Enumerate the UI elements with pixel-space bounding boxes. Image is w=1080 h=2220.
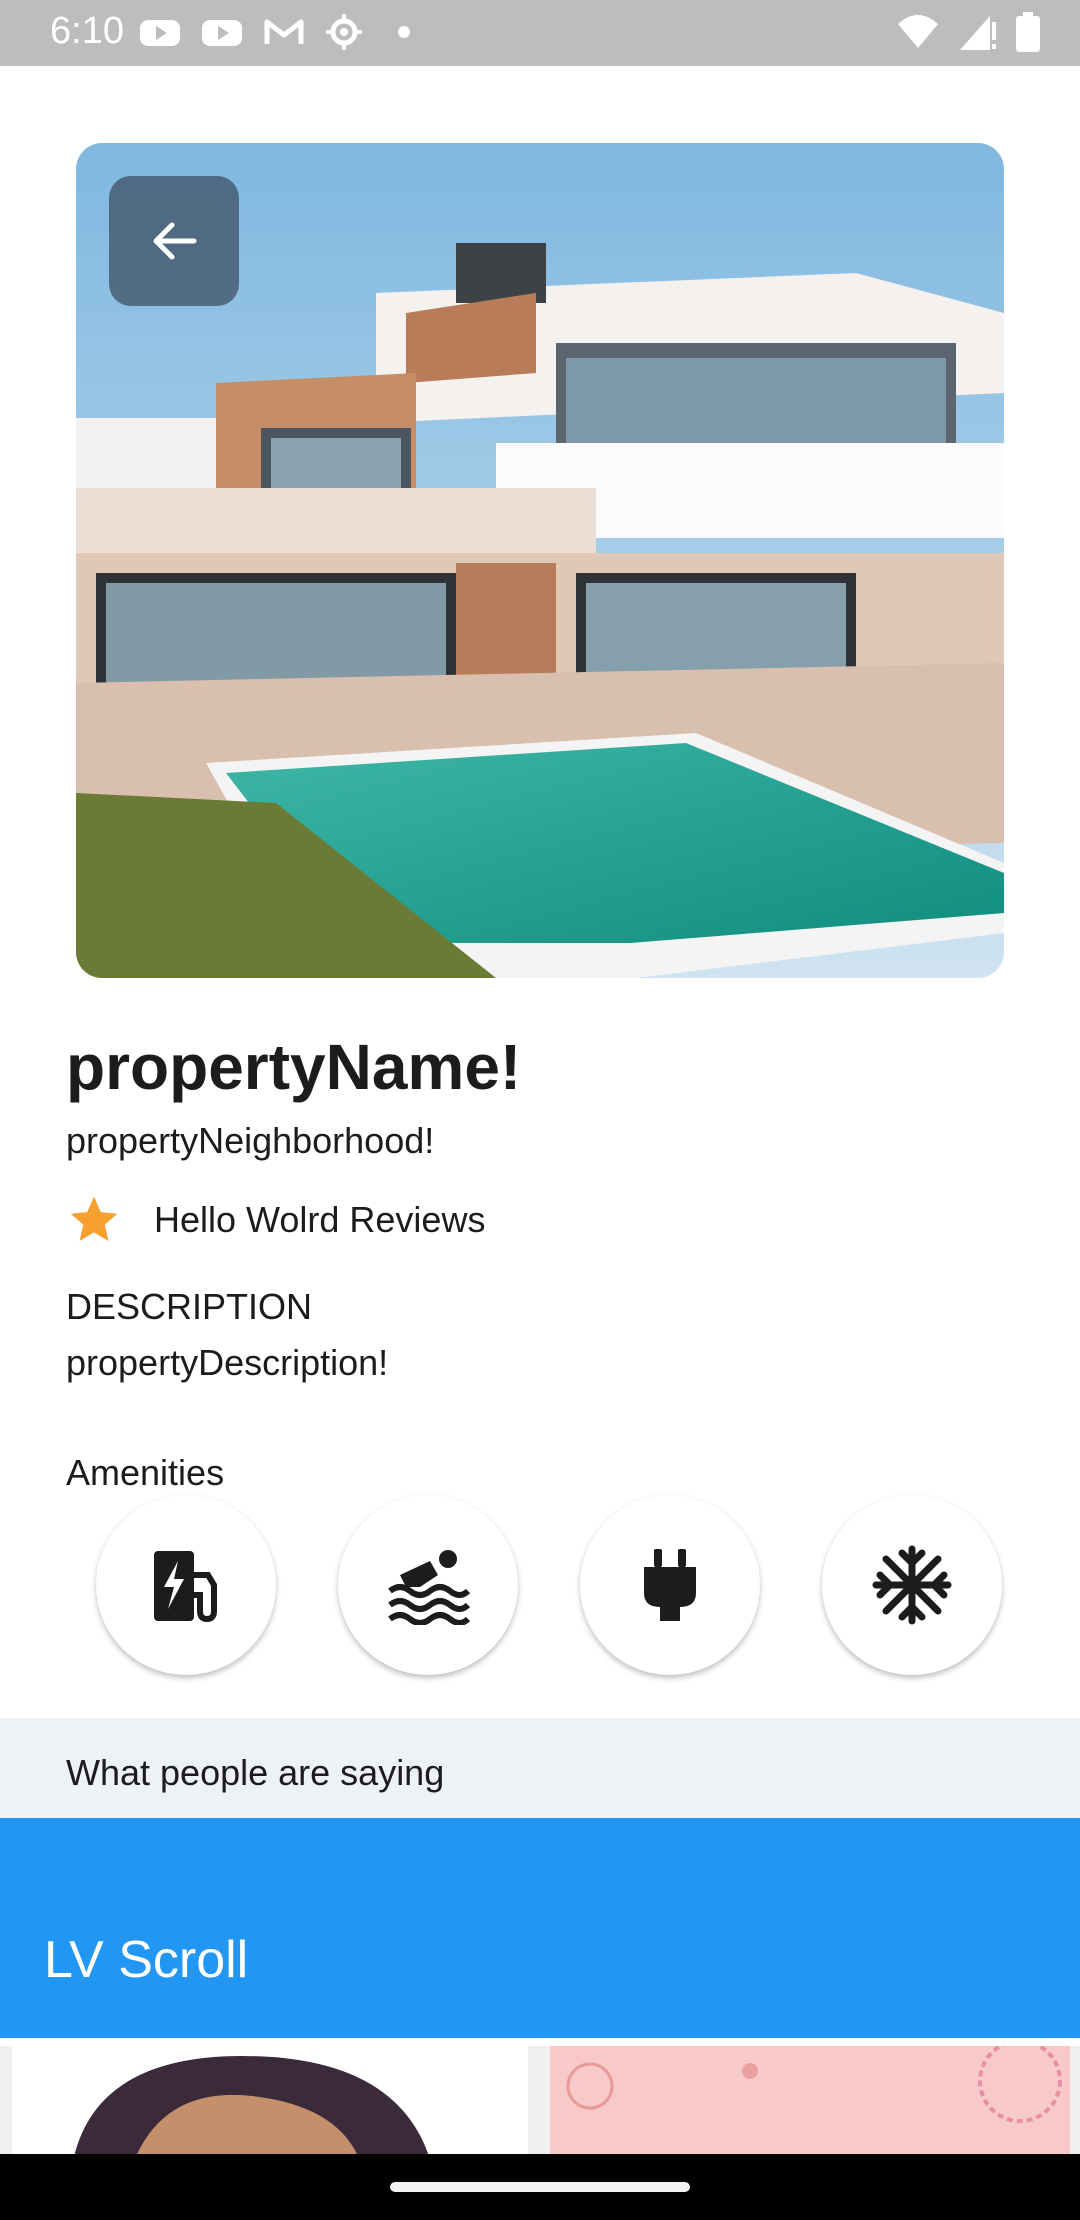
lv-scroll-appbar: LV Scroll	[0, 1818, 1080, 2038]
rating-row: Hello Wolrd Reviews	[66, 1192, 485, 1248]
reviews-section-header: What people are saying	[0, 1718, 1080, 1818]
cell-signal-icon	[960, 16, 996, 50]
gmail-icon	[264, 19, 304, 44]
status-time: 6:10	[50, 10, 124, 52]
youtube-icon	[140, 20, 180, 46]
rating-text: Hello Wolrd	[154, 1199, 340, 1240]
notification-dot-icon	[398, 26, 410, 38]
wifi-icon	[898, 15, 938, 48]
review-card[interactable]	[12, 2046, 528, 2156]
pool-icon	[388, 1550, 470, 1625]
amenity-power-outlet[interactable]	[580, 1495, 760, 1675]
description-label: DESCRIPTION	[66, 1286, 313, 1327]
ev-station-icon	[154, 1551, 217, 1623]
amenities-label: Amenities	[66, 1452, 225, 1493]
arrow-back-icon	[153, 222, 197, 260]
review-gallery[interactable]	[0, 2046, 1080, 2156]
star-icon	[70, 1196, 118, 1241]
battery-icon	[1016, 12, 1040, 52]
amenity-pool[interactable]	[338, 1495, 518, 1675]
property-name: propertyName!	[66, 1031, 522, 1103]
power-plug-icon	[644, 1549, 696, 1621]
property-neighborhood: propertyNeighborhood!	[66, 1120, 435, 1161]
decorative-pattern-photo	[550, 2046, 1070, 2156]
appbar-title: LV Scroll	[44, 1931, 249, 1989]
reviews-link[interactable]: Reviews	[349, 1199, 485, 1241]
amenities-list	[96, 1495, 1004, 1675]
review-card[interactable]	[550, 2046, 1070, 2156]
reviews-section-title: What people are saying	[66, 1752, 445, 1793]
status-bar: 6:10	[0, 0, 1080, 66]
snowflake-ac-icon	[872, 1545, 952, 1625]
youtube-icon	[202, 20, 242, 46]
amenity-ev-station[interactable]	[96, 1495, 276, 1675]
settings-gear-icon	[326, 14, 362, 50]
amenity-air-conditioning[interactable]	[822, 1495, 1002, 1675]
property-description: propertyDescription!	[66, 1342, 389, 1383]
back-button[interactable]	[109, 176, 239, 306]
home-gesture-handle[interactable]	[390, 2182, 690, 2192]
reviewer-photo	[12, 2046, 528, 2156]
system-navigation-bar	[0, 2154, 1080, 2220]
property-image	[76, 143, 1004, 978]
